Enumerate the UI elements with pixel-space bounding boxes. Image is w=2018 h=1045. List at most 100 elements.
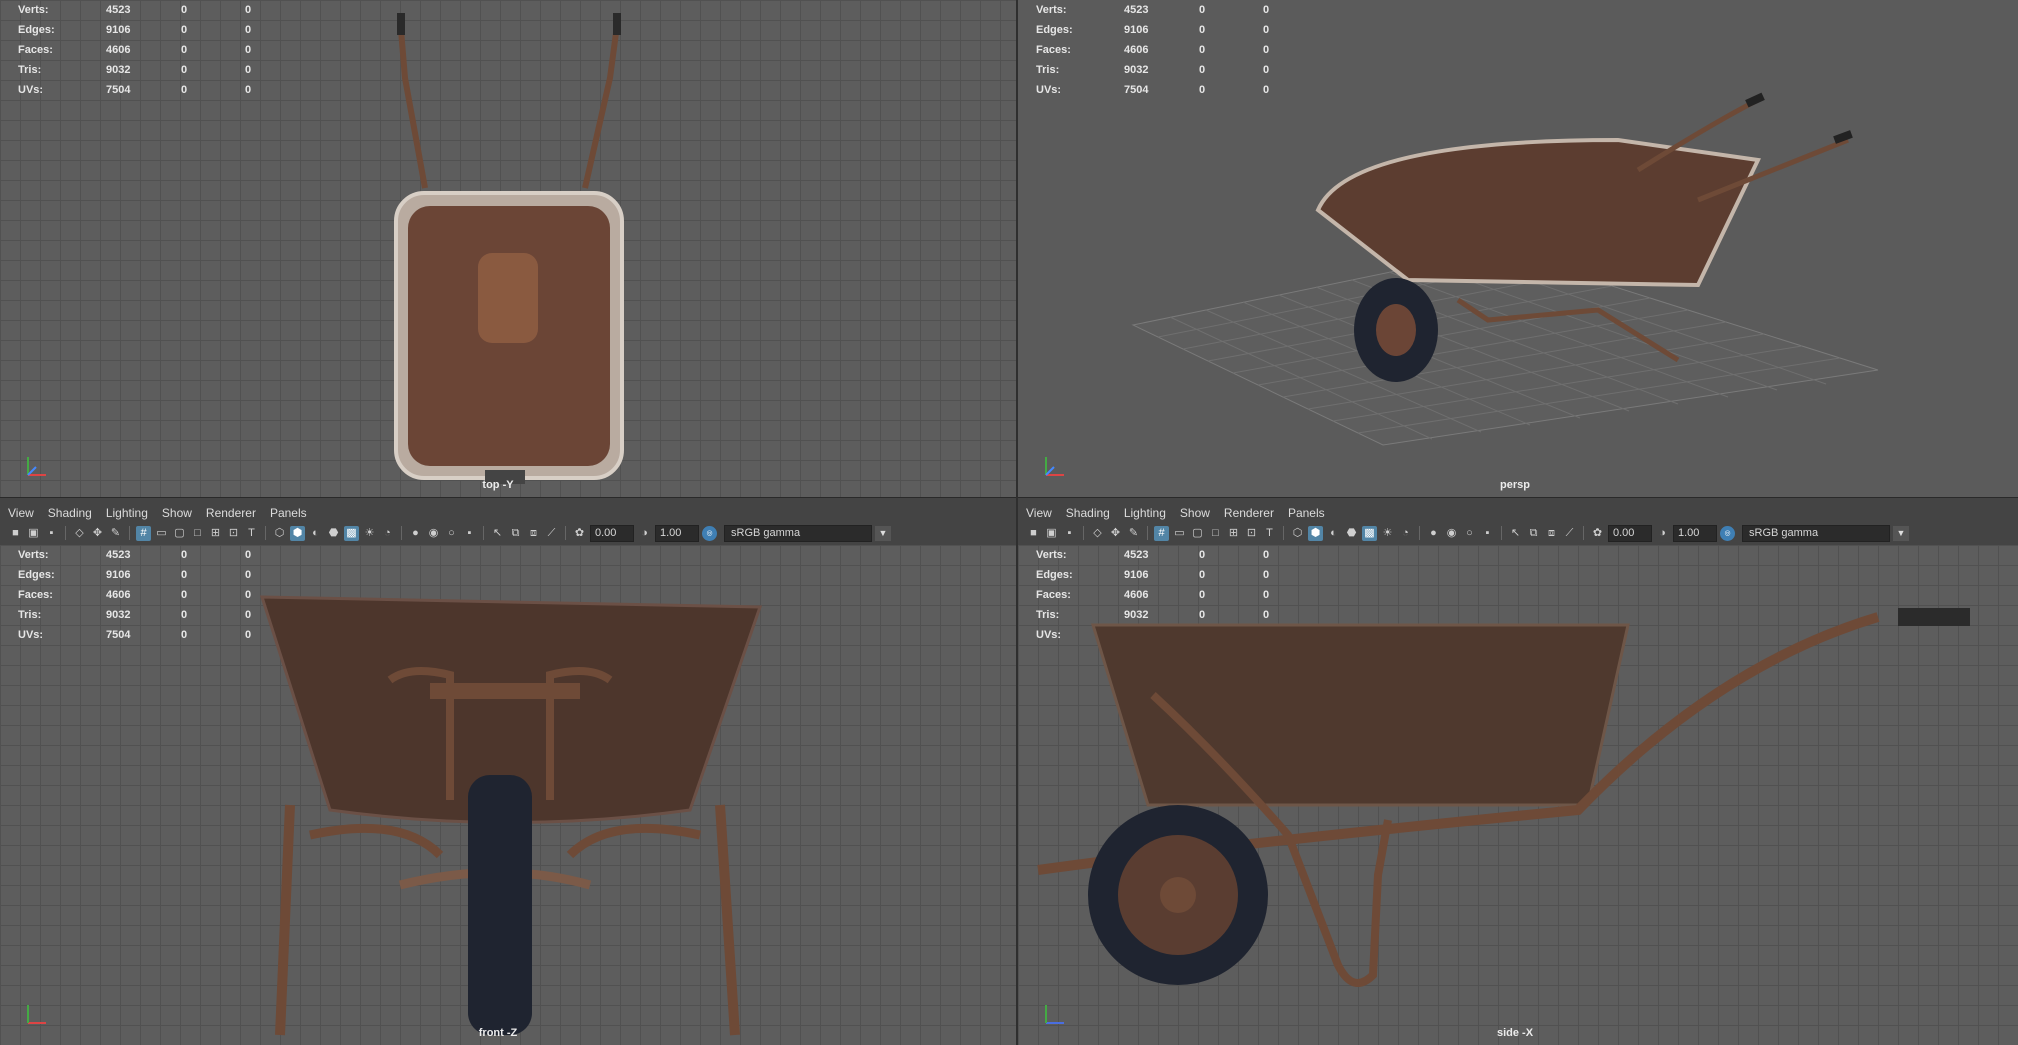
anti-aliasing-icon[interactable]: ○ <box>444 526 459 541</box>
motion-blur-icon[interactable]: ◉ <box>1444 526 1459 541</box>
textured-icon[interactable]: ▩ <box>344 525 359 541</box>
xray-active-icon[interactable]: ⧈ <box>526 526 541 541</box>
gate-mask-icon[interactable]: □ <box>1208 526 1223 541</box>
film-gate-icon[interactable]: ▭ <box>154 526 169 541</box>
2d-pan-zoom-icon[interactable]: ✥ <box>1108 526 1123 541</box>
default-material-icon[interactable]: ◐ <box>1326 526 1341 541</box>
safe-action-icon[interactable]: ⊡ <box>226 526 241 541</box>
grid-icon[interactable]: # <box>1154 525 1169 541</box>
menu-panels[interactable]: Panels <box>1288 506 1325 520</box>
viewport-label: side -X <box>1496 1027 1534 1039</box>
resolution-gate-icon[interactable]: ▢ <box>172 526 187 541</box>
menu-view[interactable]: View <box>1026 506 1052 520</box>
menu-lighting[interactable]: Lighting <box>106 506 148 520</box>
grid-icon[interactable]: # <box>136 525 151 541</box>
camera-attributes-icon[interactable]: ▣ <box>1044 526 1059 541</box>
camera-icon[interactable]: ■ <box>8 526 23 541</box>
menu-lighting[interactable]: Lighting <box>1124 506 1166 520</box>
gate-mask-icon[interactable]: □ <box>190 526 205 541</box>
xray-active-icon[interactable]: ⧈ <box>1544 526 1559 541</box>
gamma-icon[interactable]: ◑ <box>1655 526 1670 541</box>
wheelbarrow-side-model[interactable] <box>1018 545 2018 1045</box>
resolution-gate-icon[interactable]: ▢ <box>1190 526 1205 541</box>
wireframe-icon[interactable]: ⬡ <box>272 526 287 541</box>
color-management-icon[interactable]: ◎ <box>1720 525 1735 541</box>
exposure-icon[interactable]: ✿ <box>1590 526 1605 541</box>
viewport-persp[interactable]: Verts: 4523 0 0 Edges: 9106 0 0 Faces: 4606 0 0 T… <box>1018 0 2018 497</box>
viewport-top[interactable]: Verts: 4523 0 0 Edges: 9106 0 0 Faces: 4606 0 0 T… <box>0 0 1016 497</box>
color-space-dropdown[interactable]: sRGB gamma ▼ <box>1742 524 1909 542</box>
exposure-field[interactable]: 0.00 <box>590 524 634 542</box>
wireframe-icon[interactable]: ⬡ <box>1290 526 1305 541</box>
ambient-occlusion-icon[interactable]: ● <box>1426 526 1441 541</box>
menu-show[interactable]: Show <box>1180 506 1210 520</box>
safe-title-icon[interactable]: T <box>244 526 259 541</box>
menu-view[interactable]: View <box>8 506 34 520</box>
image-plane-icon[interactable]: ◇ <box>1090 526 1105 541</box>
anti-aliasing-icon[interactable]: ○ <box>1462 526 1477 541</box>
gamma-field[interactable]: 1.00 <box>655 524 699 542</box>
field-chart-icon[interactable]: ⊞ <box>208 526 223 541</box>
isolate-select-icon[interactable]: ↖ <box>1508 526 1523 541</box>
color-space-label: sRGB gamma <box>731 526 801 539</box>
2d-pan-zoom-icon[interactable]: ✥ <box>90 526 105 541</box>
bookmark-icon[interactable]: ▪ <box>44 526 59 541</box>
chevron-down-icon[interactable]: ▼ <box>1893 525 1909 541</box>
wireframe-on-shaded-icon[interactable]: ⬣ <box>1344 526 1359 541</box>
camera-attributes-icon[interactable]: ▣ <box>26 526 41 541</box>
viewport-label: top -Y <box>482 479 514 491</box>
camera-icon[interactable]: ■ <box>1026 526 1041 541</box>
color-space-dropdown[interactable]: sRGB gamma ▼ <box>724 524 891 542</box>
panel-menu: View Shading Lighting Show Renderer Pane… <box>1026 506 1325 520</box>
viewport-front[interactable]: Verts: 4523 0 0 Edges: 9106 0 0 Faces: 4606 0 0 T… <box>0 545 1016 1045</box>
xray-icon[interactable]: ⧉ <box>508 526 523 541</box>
chevron-down-icon[interactable]: ▼ <box>875 525 891 541</box>
depth-of-field-icon[interactable]: ▪ <box>462 526 477 541</box>
menu-renderer[interactable]: Renderer <box>206 506 256 520</box>
xray-joints-icon[interactable]: ⟋ <box>544 526 559 541</box>
menu-panels[interactable]: Panels <box>270 506 307 520</box>
toolbar-separator <box>265 526 266 540</box>
color-management-icon[interactable]: ◎ <box>702 525 717 541</box>
smooth-shade-icon[interactable]: ⬢ <box>1308 525 1323 541</box>
exposure-field[interactable]: 0.00 <box>1608 524 1652 542</box>
exposure-icon[interactable]: ✿ <box>572 526 587 541</box>
xray-icon[interactable]: ⧉ <box>1526 526 1541 541</box>
lights-icon[interactable]: ☀ <box>1380 526 1395 541</box>
gamma-icon[interactable]: ◑ <box>637 526 652 541</box>
isolate-select-icon[interactable]: ↖ <box>490 526 505 541</box>
grease-pencil-icon[interactable]: ✎ <box>1126 526 1141 541</box>
menu-shading[interactable]: Shading <box>48 506 92 520</box>
viewport-divider[interactable] <box>1016 0 1018 1045</box>
menu-shading[interactable]: Shading <box>1066 506 1110 520</box>
textured-icon[interactable]: ▩ <box>1362 525 1377 541</box>
menu-renderer[interactable]: Renderer <box>1224 506 1274 520</box>
panel-menu-bar: View Shading Lighting Show Renderer Pane… <box>1018 497 2018 546</box>
motion-blur-icon[interactable]: ◉ <box>426 526 441 541</box>
viewport-side[interactable]: Verts: 4523 0 0 Edges: 9106 0 0 Faces: 4606 0 0 T… <box>1018 545 2018 1045</box>
viewport-label: front -Z <box>478 1027 518 1039</box>
wheelbarrow-front-model[interactable] <box>250 555 770 1045</box>
safe-title-icon[interactable]: T <box>1262 526 1277 541</box>
hud-row: Faces: 4606 0 0 <box>18 589 252 601</box>
menu-show[interactable]: Show <box>162 506 192 520</box>
lights-icon[interactable]: ☀ <box>362 526 377 541</box>
shadows-icon[interactable]: ◔ <box>1398 526 1413 541</box>
wheelbarrow-persp-model[interactable] <box>1018 0 2018 497</box>
grease-pencil-icon[interactable]: ✎ <box>108 526 123 541</box>
smooth-shade-icon[interactable]: ⬢ <box>290 525 305 541</box>
hud-row: Verts: 4523 0 0 <box>18 549 252 561</box>
xray-joints-icon[interactable]: ⟋ <box>1562 526 1577 541</box>
bookmark-icon[interactable]: ▪ <box>1062 526 1077 541</box>
image-plane-icon[interactable]: ◇ <box>72 526 87 541</box>
shadows-icon[interactable]: ◔ <box>380 526 395 541</box>
field-chart-icon[interactable]: ⊞ <box>1226 526 1241 541</box>
film-gate-icon[interactable]: ▭ <box>1172 526 1187 541</box>
default-material-icon[interactable]: ◐ <box>308 526 323 541</box>
safe-action-icon[interactable]: ⊡ <box>1244 526 1259 541</box>
wireframe-on-shaded-icon[interactable]: ⬣ <box>326 526 341 541</box>
ambient-occlusion-icon[interactable]: ● <box>408 526 423 541</box>
depth-of-field-icon[interactable]: ▪ <box>1480 526 1495 541</box>
gamma-field[interactable]: 1.00 <box>1673 524 1717 542</box>
wheelbarrow-top-model[interactable] <box>380 8 640 488</box>
